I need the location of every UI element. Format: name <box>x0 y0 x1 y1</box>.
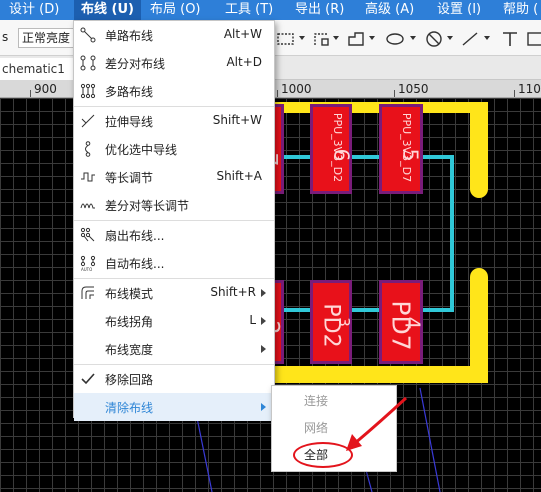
menu-item-label: 扇出布线... <box>105 229 165 243</box>
menu-tools[interactable]: 工具 (T) <box>218 0 280 20</box>
menu-routing[interactable]: 布线 (U) <box>74 0 141 20</box>
menu-export[interactable]: 导出 (R) <box>288 0 351 20</box>
menu-item-shortcut: Shift+R <box>210 285 256 299</box>
chevron-right-icon <box>261 345 266 353</box>
menu-item-diff-pair-route[interactable]: 差分对布线 Alt+D <box>74 49 274 77</box>
ruler-tick <box>394 90 395 97</box>
menu-item-single-route[interactable]: 单路布线 Alt+W <box>74 21 274 49</box>
ruler-label: 900 <box>34 82 57 96</box>
menu-item-optimize-track[interactable]: 优化选中导线 <box>74 135 274 163</box>
menu-item-label: 优化选中导线 <box>105 143 178 157</box>
menu-item-stretch-track[interactable]: 拉伸导线 Shift+W <box>74 107 274 135</box>
menu-item-route-mode[interactable]: 布线模式 Shift+R <box>74 279 274 307</box>
menu-item-route-corner[interactable]: 布线拐角 L <box>74 307 274 335</box>
menu-item-label: 差分对布线 <box>105 57 166 71</box>
menu-design[interactable]: 设计 (D) <box>2 0 66 20</box>
menu-item-multi-route[interactable]: 多路布线 <box>74 77 274 105</box>
fanout-icon <box>80 227 96 243</box>
pad-net: PPU_3V3_D2 <box>331 112 345 183</box>
menu-item-label: 差分对等长调节 <box>105 199 190 213</box>
chevron-right-icon <box>261 403 266 411</box>
length-tune-icon <box>80 169 96 185</box>
ruler-label: 1050 <box>398 82 429 96</box>
ruler-tick <box>514 90 515 97</box>
menu-item-route-width[interactable]: 布线宽度 <box>74 335 274 363</box>
polygon-icon[interactable] <box>346 30 366 48</box>
menu-item-label: 布线宽度 <box>105 343 154 357</box>
route-mode-icon <box>80 285 96 301</box>
menu-layout[interactable]: 布局 (O) <box>143 0 208 20</box>
menu-item-label: 布线拐角 <box>105 315 154 329</box>
pad-net: PPU_3V3_D7 <box>400 112 414 183</box>
menu-item-autoroute[interactable]: AUTO 自动布线... <box>74 249 274 277</box>
optimize-track-icon <box>80 141 96 157</box>
toolbar-prefix: s <box>2 30 9 44</box>
diff-pair-route-icon <box>80 55 96 71</box>
menu-item-shortcut: Alt+D <box>226 55 262 69</box>
chevron-right-icon <box>261 317 266 325</box>
line-icon[interactable] <box>460 30 480 48</box>
rect-select-icon[interactable] <box>276 30 296 48</box>
lasso-select-icon[interactable] <box>312 30 332 48</box>
chevron-down-icon[interactable] <box>299 36 305 40</box>
menu-item-diff-length-tune[interactable]: 差分对等长调节 <box>74 191 274 219</box>
menu-item-shortcut: Alt+W <box>223 27 262 41</box>
menu-item-label: 等长调节 <box>105 171 154 185</box>
pad-number: 4 <box>400 316 425 330</box>
menu-settings[interactable]: 设置 (I) <box>430 0 488 20</box>
diff-length-tune-icon <box>80 197 96 213</box>
check-icon <box>80 371 96 387</box>
stretch-track-icon <box>80 113 96 129</box>
chevron-down-icon[interactable] <box>447 36 453 40</box>
svg-text:AUTO: AUTO <box>81 267 92 271</box>
menu-item-shortcut: L <box>249 313 256 327</box>
pad-number: 5 <box>398 148 423 162</box>
routing-dropdown-menu: 单路布线 Alt+W 差分对布线 Alt+D 多路布线 拉伸导线 Shift+W… <box>73 20 275 421</box>
menu-item-label: 自动布线... <box>105 257 165 271</box>
ruler-label: 1000 <box>281 82 312 96</box>
ruler-tick <box>30 90 31 97</box>
menu-bar: 设计 (D) 布线 (U) 布局 (O) 工具 (T) 导出 (R) 高级 (A… <box>0 0 541 20</box>
pad[interactable]: PPU_3V3_D7 5 <box>379 104 423 194</box>
menu-item-label: 拉伸导线 <box>105 115 154 129</box>
pad-number: 3 <box>334 317 353 327</box>
menu-item-label: 清除布线 <box>105 401 154 415</box>
menu-item-shortcut: Shift+A <box>216 169 262 183</box>
menu-help[interactable]: 帮助 ( <box>496 0 541 20</box>
chevron-right-icon <box>261 289 266 297</box>
ruler-tick <box>277 90 278 97</box>
menu-advanced[interactable]: 高级 (A) <box>358 0 421 20</box>
single-route-icon <box>80 27 96 43</box>
pad[interactable]: PD7 4 <box>379 280 425 364</box>
menu-item-length-tune[interactable]: 等长调节 Shift+A <box>74 163 274 191</box>
menu-item-label: 多路布线 <box>105 85 154 99</box>
annotation-arrow-icon <box>346 396 408 451</box>
chevron-down-icon[interactable] <box>410 36 416 40</box>
menu-item-shortcut: Shift+W <box>212 113 262 127</box>
chevron-down-icon[interactable] <box>484 36 490 40</box>
no-entry-icon[interactable] <box>424 30 444 48</box>
chevron-down-icon[interactable] <box>369 36 375 40</box>
menu-item-fanout[interactable]: 扇出布线... <box>74 221 274 249</box>
menu-item-label: 单路布线 <box>105 29 154 43</box>
overflow-icon[interactable] <box>526 30 541 48</box>
menu-item-label: 布线模式 <box>105 287 154 301</box>
multi-route-icon <box>80 83 96 99</box>
chevron-down-icon[interactable] <box>333 36 339 40</box>
text-icon[interactable] <box>500 30 520 48</box>
tab-schematic[interactable]: chematic1 <box>0 58 78 80</box>
pad-number: 6 <box>329 148 354 162</box>
ellipse-icon[interactable] <box>385 30 405 48</box>
menu-item-remove-loops[interactable]: 移除回路 <box>74 365 274 393</box>
pad[interactable]: PD2 3 <box>310 280 353 364</box>
menu-item-label: 移除回路 <box>105 373 154 387</box>
pad[interactable]: PPU_3V3_D2 6 <box>310 104 354 194</box>
autoroute-icon: AUTO <box>80 255 96 272</box>
menu-item-clear-routes[interactable]: 清除布线 <box>74 393 274 421</box>
ruler-label: 1100 <box>518 82 541 96</box>
brightness-select[interactable]: 正常亮度 <box>18 28 76 48</box>
